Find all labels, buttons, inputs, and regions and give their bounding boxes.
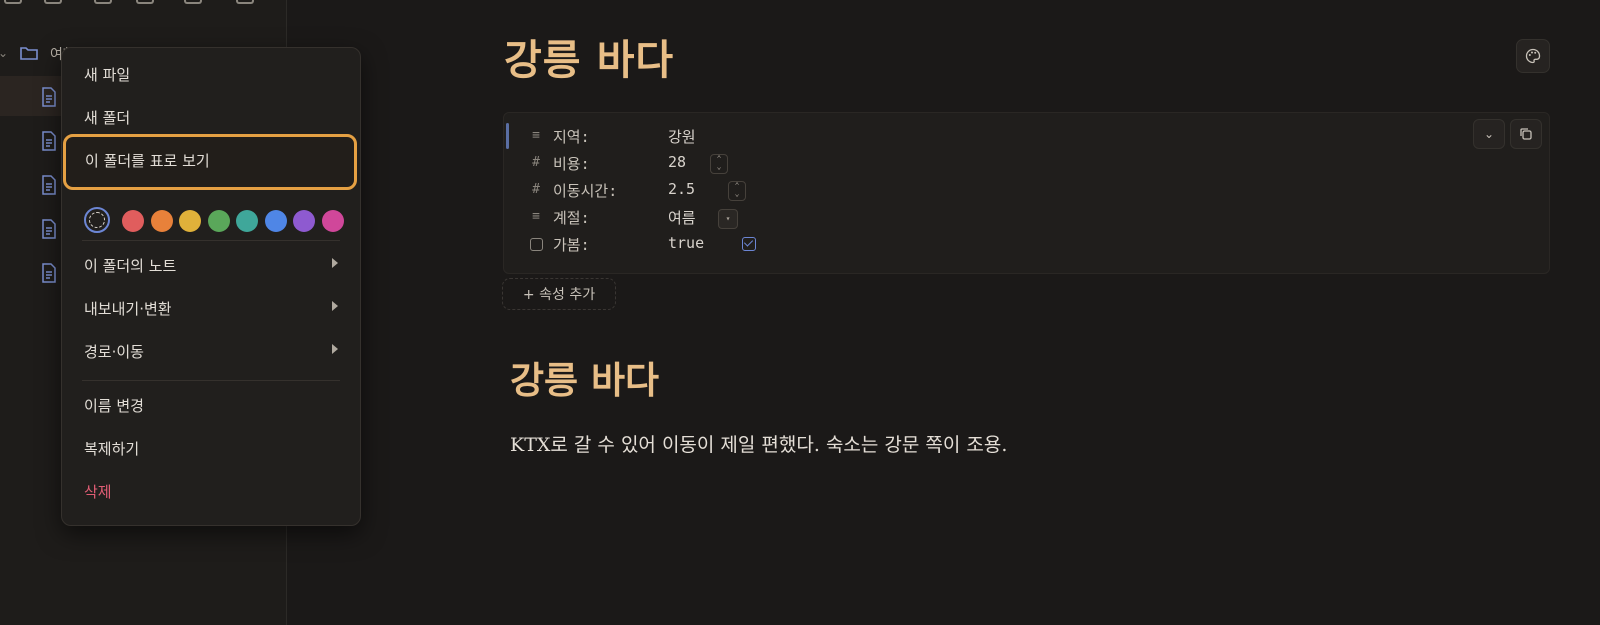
number-icon: # [532, 182, 540, 197]
color-swatch-blue[interactable] [265, 210, 287, 232]
palette-button[interactable] [1516, 39, 1550, 73]
text-icon: ≡ [532, 209, 540, 224]
menu-item-label: 이 폴더를 표로 보기 [85, 152, 210, 170]
menu-item-new-folder[interactable]: 새 폴더 [62, 98, 360, 138]
number-icon: # [532, 155, 540, 170]
color-swatch-green[interactable] [208, 210, 230, 232]
add-property-button[interactable]: + 속성 추가 [502, 278, 616, 310]
properties-panel: ⌄ ≡ 지역: 강원 # 비용: 28 ⌃ ⌄ # 이동시간: 2.5 ⌃ ⌄ ≡ … [503, 112, 1550, 274]
toolbar-button-icon[interactable] [236, 0, 254, 4]
property-row[interactable]: ≡ 지역: 강원 [528, 123, 1128, 149]
color-swatches [82, 203, 344, 239]
chevron-right-icon [332, 258, 338, 268]
menu-item-notes-in-folder[interactable]: 이 폴더의 노트 [62, 246, 360, 286]
note-title[interactable]: 강릉 바다 [504, 26, 674, 86]
color-swatch-red[interactable] [122, 210, 144, 232]
collapse-button[interactable]: ⌄ [1473, 119, 1505, 149]
dropdown-button[interactable]: ▾ [718, 209, 738, 229]
property-row[interactable]: # 이동시간: 2.5 ⌃ ⌄ [528, 177, 1128, 203]
chevron-down-icon: ⌄ [1483, 127, 1495, 141]
properties-accent-bar [506, 123, 509, 149]
property-name[interactable]: 지역: [553, 126, 590, 147]
chevron-down-icon[interactable]: ⌄ [0, 46, 8, 60]
number-stepper[interactable]: ⌃ ⌄ [710, 154, 728, 174]
property-value[interactable]: 2.5 [668, 180, 695, 198]
note-heading: 강릉 바다 [510, 358, 660, 402]
sidebar-toolbar [0, 0, 286, 8]
chevron-right-icon [332, 344, 338, 354]
file-icon [42, 263, 56, 283]
menu-item-duplicate[interactable]: 복제하기 [62, 429, 360, 469]
checkbox[interactable] [742, 237, 756, 251]
menu-item-view-as-table[interactable]: 이 폴더를 표로 보기 [63, 134, 357, 190]
menu-item-label: 새 폴더 [84, 109, 131, 127]
menu-item-label: 이 폴더의 노트 [84, 257, 177, 275]
menu-item-delete[interactable]: 삭제 [62, 472, 360, 512]
property-row[interactable]: ≡ 계절: 여름 ▾ [528, 204, 1128, 230]
color-swatch-yellow[interactable] [179, 210, 201, 232]
checkbox-icon [530, 238, 543, 251]
folder-icon [20, 47, 38, 60]
palette-icon [1525, 48, 1541, 64]
property-value[interactable]: 강원 [668, 126, 696, 147]
note-body: KTX로 갈 수 있어 이동이 제일 편했다. 숙소는 강문 쪽이 조용. [510, 434, 1008, 456]
menu-separator [82, 240, 340, 241]
toolbar-button-icon[interactable] [184, 0, 202, 4]
color-swatch-teal[interactable] [236, 210, 258, 232]
file-icon [42, 175, 56, 195]
menu-separator [82, 380, 340, 381]
property-name[interactable]: 비용: [553, 153, 590, 174]
menu-item-path-move[interactable]: 경로·이동 [62, 332, 360, 372]
menu-item-new-file[interactable]: 새 파일 [62, 55, 360, 95]
color-swatch-purple[interactable] [293, 210, 315, 232]
color-swatch-pink[interactable] [322, 210, 344, 232]
property-value[interactable]: true [668, 234, 704, 252]
property-row[interactable]: # 비용: 28 ⌃ ⌄ [528, 150, 1128, 176]
toolbar-button-icon[interactable] [44, 0, 62, 4]
property-value[interactable]: 여름 [668, 207, 696, 228]
menu-item-label: 새 파일 [84, 66, 131, 84]
menu-item-label: 내보내기·변환 [84, 300, 172, 318]
toolbar-button-icon[interactable] [94, 0, 112, 4]
chevron-right-icon [332, 301, 338, 311]
folder-context-menu: 새 파일 새 폴더 이 폴더를 표로 보기 이 폴더의 노트 내보내기·변환 경… [61, 47, 361, 526]
toolbar-button-icon[interactable] [4, 0, 22, 4]
property-name[interactable]: 가봄: [553, 234, 590, 255]
menu-item-export-convert[interactable]: 내보내기·변환 [62, 289, 360, 329]
number-stepper[interactable]: ⌃ ⌄ [728, 181, 746, 201]
copy-button[interactable] [1510, 119, 1542, 149]
copy-icon [1520, 128, 1532, 140]
text-icon: ≡ [532, 128, 540, 143]
property-value[interactable]: 28 [668, 153, 686, 171]
file-icon [42, 87, 56, 107]
no-color-swatch[interactable] [84, 207, 110, 233]
property-name[interactable]: 계절: [553, 207, 590, 228]
property-row[interactable]: 가봄: true [528, 231, 1128, 257]
menu-item-label: 삭제 [84, 483, 112, 501]
menu-item-label: 이름 변경 [84, 397, 144, 415]
file-icon [42, 131, 56, 151]
menu-item-label: 복제하기 [84, 440, 140, 458]
menu-item-rename[interactable]: 이름 변경 [62, 386, 360, 426]
property-name[interactable]: 이동시간: [553, 180, 617, 201]
menu-item-label: 경로·이동 [84, 343, 144, 361]
color-swatch-orange[interactable] [151, 210, 173, 232]
toolbar-button-icon[interactable] [136, 0, 154, 4]
file-icon [42, 219, 56, 239]
